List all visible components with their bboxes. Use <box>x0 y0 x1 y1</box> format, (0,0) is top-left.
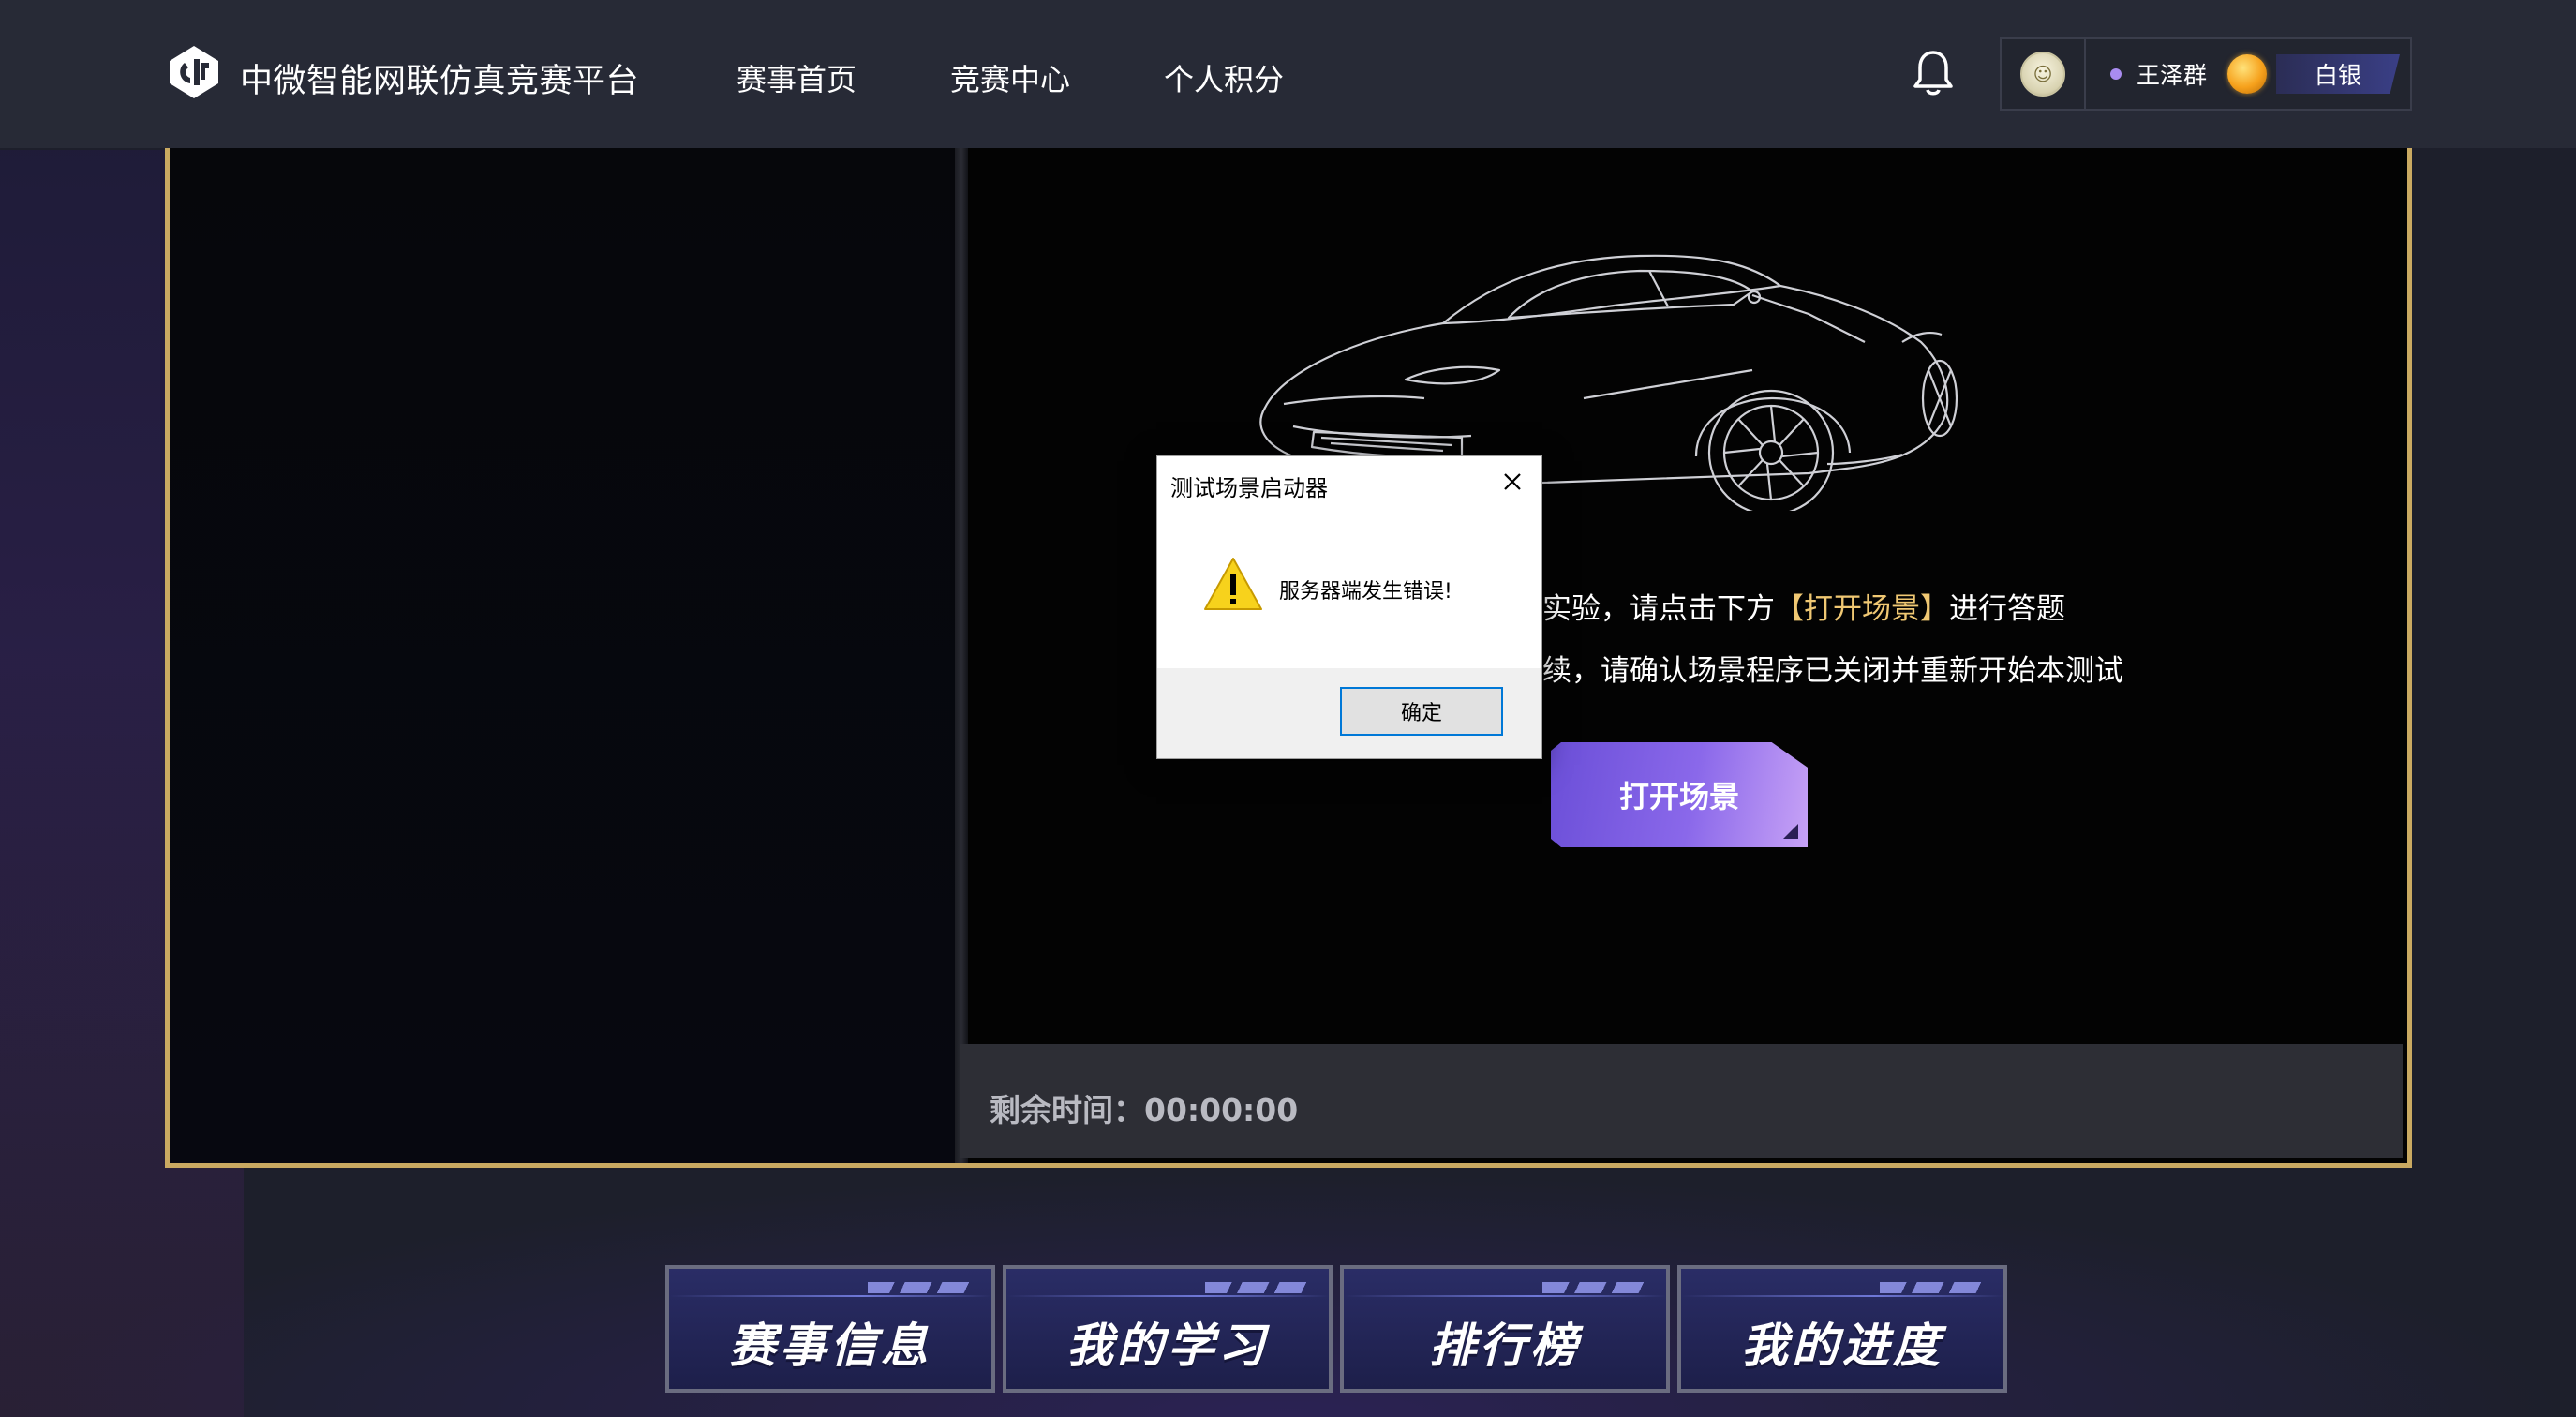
tab-decor-stripes <box>1542 1282 1645 1293</box>
avatar[interactable]: ☺ <box>2020 52 2065 97</box>
dialog-title: 测试场景启动器 <box>1170 475 1328 501</box>
rank-badge: 白银 <box>2276 54 2401 94</box>
tab-label: 赛事信息 <box>729 1319 931 1373</box>
remaining-time-label: 剩余时间： <box>990 1092 1144 1128</box>
instruction-line-1-suffix: 进行答题 <box>1949 592 2065 626</box>
tab-leaderboard[interactable]: 排行榜 <box>1340 1265 1670 1393</box>
user-info-box[interactable]: ☺ 王泽群 白银 <box>2000 37 2412 111</box>
tab-decor-line <box>669 1295 991 1297</box>
brand-title[interactable]: 中微智能网联仿真竞赛平台 <box>240 54 639 102</box>
ok-button[interactable]: 确定 <box>1340 687 1503 736</box>
tab-decor-stripes <box>868 1282 971 1293</box>
instruction-line-1-prefix: 实验，请点击下方 <box>1542 592 1775 626</box>
tab-label: 我的进度 <box>1741 1319 1943 1373</box>
avatar-cell: ☺ <box>2002 39 2086 109</box>
nav-personal-points[interactable]: 个人积分 <box>1164 56 1284 99</box>
tab-my-learning[interactable]: 我的学习 <box>1003 1265 1333 1393</box>
tab-decor-stripes <box>1205 1282 1308 1293</box>
tab-decor-line <box>1344 1295 1666 1297</box>
coin-medal-icon <box>2227 54 2268 94</box>
open-button-corner-mark <box>1783 824 1798 839</box>
dialog-message: 服务器端发生错误! <box>1279 580 1452 604</box>
dialog-footer: 确定 <box>1157 668 1541 758</box>
warning-icon <box>1204 558 1262 610</box>
left-panel <box>170 148 955 1163</box>
instruction-line-1: 实验，请点击下方【打开场景】进行答题 <box>1542 585 2065 627</box>
remaining-time-value: 00:00:00 <box>1144 1092 1299 1128</box>
close-icon[interactable] <box>1496 466 1528 498</box>
notification-bell-icon[interactable] <box>1912 49 1955 97</box>
brand-logo-icon[interactable] <box>164 42 224 102</box>
error-dialog[interactable]: 测试场景启动器 服务器端发生错误! 确定 <box>1156 455 1542 759</box>
tab-event-info[interactable]: 赛事信息 <box>665 1265 995 1393</box>
top-header: 中微智能网联仿真竞赛平台 赛事首页 竞赛中心 个人积分 ☺ 王泽群 白银 <box>0 0 2576 148</box>
tab-label: 我的学习 <box>1066 1319 1269 1373</box>
tab-decor-line <box>1006 1295 1329 1297</box>
tab-decor-line <box>1681 1295 2003 1297</box>
panel-divider[interactable] <box>955 148 968 1163</box>
online-status-dot <box>2110 68 2122 80</box>
instruction-line-2: 续，请确认场景程序已关闭并重新开始本测试 <box>1542 654 2123 688</box>
nav-competition-center[interactable]: 竞赛中心 <box>950 56 1070 99</box>
instruction-highlight-open-scene: 【打开场景】 <box>1775 592 1949 626</box>
tab-label: 排行榜 <box>1429 1319 1581 1373</box>
open-scene-button[interactable]: 打开场景 <box>1551 742 1808 847</box>
tab-decor-stripes <box>1880 1282 1983 1293</box>
tab-my-progress[interactable]: 我的进度 <box>1677 1265 2007 1393</box>
remaining-time: 剩余时间：00:00:00 <box>990 1085 1298 1130</box>
username: 王泽群 <box>2137 62 2208 89</box>
nav-event-home[interactable]: 赛事首页 <box>737 56 856 99</box>
